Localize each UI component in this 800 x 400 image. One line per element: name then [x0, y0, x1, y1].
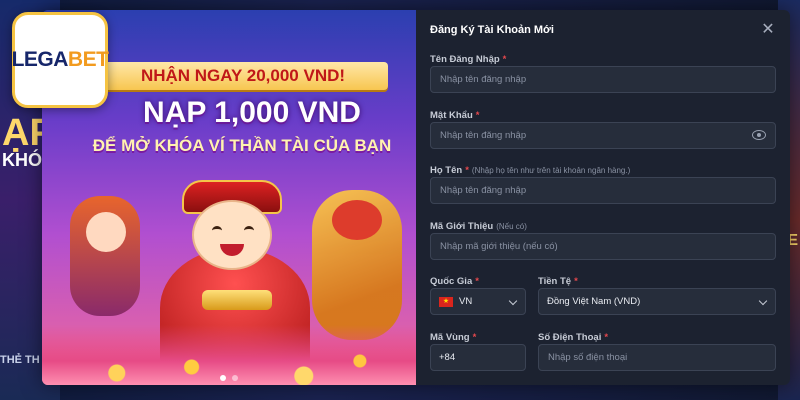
- god-of-wealth-face: [192, 200, 272, 270]
- phone-input[interactable]: Nhập số điện thoại: [538, 344, 776, 371]
- promo-subline: ĐỂ MỞ KHÓA VÍ THẦN TÀI CỦA BẠN: [92, 136, 392, 155]
- currency-select[interactable]: Đồng Việt Nam (VND): [538, 288, 776, 315]
- promo-ribbon: NHẬN NGAY 20,000 VND!: [98, 62, 388, 90]
- carousel-dot-active[interactable]: [220, 375, 226, 381]
- required-mark: *: [475, 276, 479, 287]
- logo-text-part-a: LEGA: [11, 48, 69, 71]
- phone-label: Số Điện Thoại *: [538, 332, 608, 343]
- username-label-text: Tên Đăng Nhập: [430, 54, 500, 65]
- required-mark: *: [502, 54, 507, 65]
- form-title: Đăng Ký Tài Khoản Mới: [430, 24, 554, 36]
- area-code-label-text: Mã Vùng: [430, 332, 470, 343]
- username-input[interactable]: Nhập tên đăng nhập: [430, 66, 776, 93]
- fullname-hint: (Nhập họ tên như trên tài khoản ngân hàn…: [471, 166, 631, 175]
- required-mark: *: [472, 332, 477, 343]
- logo-text-part-b: BET: [67, 48, 109, 71]
- cartoon-girl-illustration: [70, 196, 140, 316]
- vietnam-flag-icon: ★: [439, 296, 453, 307]
- fullname-input[interactable]: Nhập tên đăng nhập: [430, 177, 776, 204]
- legabet-logo[interactable]: LEGABET: [12, 12, 109, 108]
- country-value: VN: [459, 296, 473, 307]
- promo-headline: NẠP 1,000 VND: [143, 96, 361, 129]
- required-mark: *: [574, 276, 578, 287]
- fullname-label: Họ Tên * (Nhập họ tên như trên tài khoản n…: [430, 165, 630, 176]
- country-label-text: Quốc Gia: [430, 276, 473, 287]
- country-select[interactable]: ★ VN: [430, 288, 526, 315]
- banner-left-bottom-text: THẺ TH: [0, 354, 40, 366]
- close-icon[interactable]: ✕: [760, 22, 776, 38]
- register-modal: NHẬN NGAY 20,000 VND! NẠP 1,000 VND ĐỂ M…: [42, 10, 790, 385]
- chevron-down-icon: [758, 296, 768, 306]
- referral-hint: (Nếu có): [496, 222, 527, 231]
- required-mark: *: [475, 110, 480, 121]
- gold-ingot-illustration: [202, 290, 272, 310]
- referral-input[interactable]: Nhập mã giới thiệu (nếu có): [430, 233, 776, 260]
- country-label: Quốc Gia *: [430, 276, 479, 287]
- carousel-dots: [42, 375, 416, 381]
- currency-label-text: Tiền Tệ: [538, 276, 572, 287]
- required-mark: *: [465, 165, 469, 176]
- referral-label: Mã Giới Thiệu (Nếu có): [430, 221, 527, 232]
- eye-icon[interactable]: [752, 130, 766, 140]
- carousel-dot[interactable]: [232, 375, 238, 381]
- currency-label: Tiền Tệ *: [538, 276, 578, 287]
- dragon-illustration: [312, 190, 402, 340]
- password-label: Mật Khẩu *: [430, 110, 479, 121]
- area-code-label: Mã Vùng *: [430, 332, 476, 343]
- password-placeholder: Nhập tên đăng nhập: [440, 130, 527, 141]
- fullname-label-text: Họ Tên: [430, 165, 463, 176]
- referral-label-text: Mã Giới Thiệu: [430, 221, 494, 232]
- currency-value: Đồng Việt Nam (VND): [547, 296, 641, 307]
- password-label-text: Mật Khẩu: [430, 110, 473, 121]
- username-label: Tên Đăng Nhập *: [430, 54, 506, 65]
- required-mark: *: [604, 332, 609, 343]
- chevron-down-icon: [508, 296, 518, 306]
- phone-label-text: Số Điện Thoại: [538, 332, 602, 343]
- logo-text: LEGABET: [12, 48, 109, 72]
- area-code-input[interactable]: +84: [430, 344, 526, 371]
- password-input[interactable]: Nhập tên đăng nhập: [430, 122, 776, 149]
- register-form: Đăng Ký Tài Khoản Mới ✕ Tên Đăng Nhập * N…: [416, 10, 790, 385]
